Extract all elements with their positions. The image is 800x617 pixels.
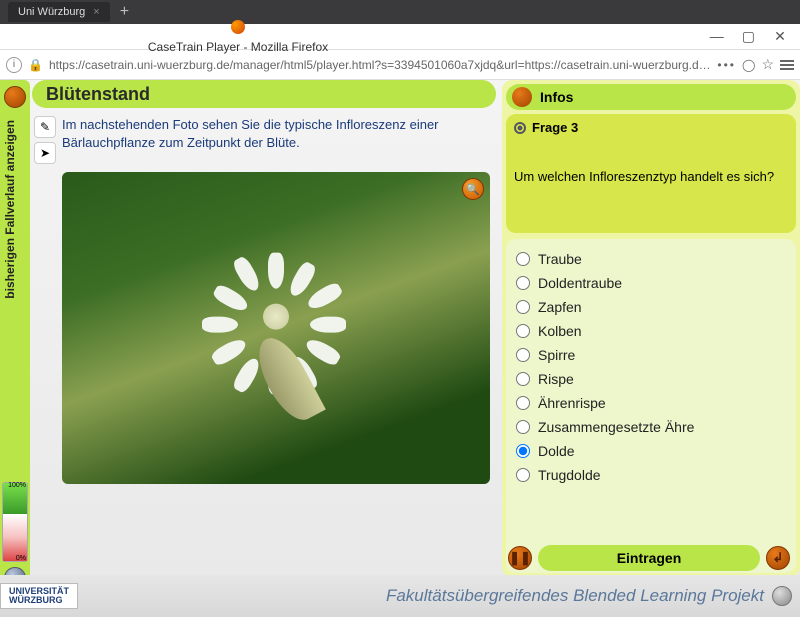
maximize-button[interactable]: ▢ bbox=[734, 28, 762, 45]
gauge-bottom-label: 0% bbox=[16, 555, 26, 562]
uni-line2: WÜRZBURG bbox=[9, 596, 69, 605]
answer-label: Zusammengesetzte Ähre bbox=[538, 419, 694, 435]
answer-label: Trugdolde bbox=[538, 467, 601, 483]
answer-radio[interactable] bbox=[516, 444, 530, 458]
answer-option[interactable]: Zapfen bbox=[516, 295, 786, 319]
score-gauge: 100% 0% bbox=[2, 482, 28, 562]
answer-label: Rispe bbox=[538, 371, 574, 387]
answer-option[interactable]: Spirre bbox=[516, 343, 786, 367]
answer-option[interactable]: Zusammengesetzte Ähre bbox=[516, 415, 786, 439]
answer-label: Zapfen bbox=[538, 299, 582, 315]
answer-option[interactable]: Traube bbox=[516, 247, 786, 271]
plant-photo: 🔍 bbox=[62, 172, 490, 484]
pointer-icon[interactable]: ➤ bbox=[34, 142, 56, 164]
minimize-button[interactable]: — bbox=[703, 28, 731, 44]
answer-label: Ährenrispe bbox=[538, 395, 606, 411]
close-tab-icon[interactable]: × bbox=[93, 6, 99, 18]
infos-icon bbox=[512, 87, 532, 107]
content-right: Infos Frage 3 Um welchen Infloreszenztyp… bbox=[502, 80, 800, 577]
answer-radio[interactable] bbox=[516, 396, 530, 410]
zoom-icon[interactable]: 🔍 bbox=[462, 178, 484, 200]
pause-button[interactable]: ❚❚ bbox=[508, 546, 532, 570]
answer-options: Traube Doldentraube Zapfen Kolben Spirre Risp… bbox=[506, 239, 796, 573]
menu-icon[interactable] bbox=[780, 60, 794, 70]
bookmark-icon[interactable]: ☆ bbox=[761, 56, 774, 73]
lock-icon: 🔒 bbox=[28, 58, 43, 72]
url-text[interactable]: https://casetrain.uni-wuerzburg.de/manag… bbox=[49, 58, 711, 72]
new-tab-button[interactable]: + bbox=[120, 3, 129, 21]
question-label: Frage 3 bbox=[532, 120, 578, 135]
footer: UNIVERSITÄT WÜRZBURG Fakultätsübergreife… bbox=[0, 575, 800, 617]
answer-option[interactable]: Dolde bbox=[516, 439, 786, 463]
answer-label: Doldentraube bbox=[538, 275, 622, 291]
answer-option[interactable]: Doldentraube bbox=[516, 271, 786, 295]
answer-label: Spirre bbox=[538, 347, 575, 363]
infos-title: Infos bbox=[540, 89, 573, 105]
answer-label: Kolben bbox=[538, 323, 582, 339]
footer-slogan: Fakultätsübergreifendes Blended Learning… bbox=[386, 586, 764, 606]
answer-label: Traube bbox=[538, 251, 582, 267]
answer-radio[interactable] bbox=[516, 252, 530, 266]
edit-icon[interactable]: ✎ bbox=[34, 116, 56, 138]
gauge-top-label: 100% bbox=[8, 482, 26, 489]
question-text: Um welchen Infloreszenztyp handelt es si… bbox=[514, 169, 788, 223]
window-title: CaseTrain Player - Mozilla Firefox bbox=[148, 40, 328, 54]
tab-title: Uni Würzburg bbox=[18, 6, 85, 18]
window-titlebar: CaseTrain Player - Mozilla Firefox — ▢ ✕ bbox=[0, 24, 800, 50]
left-sidebar: bisherigen Fallverlauf anzeigen 100% 0% bbox=[0, 80, 30, 617]
answer-label: Dolde bbox=[538, 443, 575, 459]
infos-header: Infos bbox=[506, 84, 796, 110]
answer-radio[interactable] bbox=[516, 348, 530, 362]
university-badge: UNIVERSITÄT WÜRZBURG bbox=[0, 583, 78, 610]
answer-radio[interactable] bbox=[516, 324, 530, 338]
answer-option[interactable]: Ährenrispe bbox=[516, 391, 786, 415]
firefox-icon bbox=[231, 20, 245, 34]
answer-option[interactable]: Kolben bbox=[516, 319, 786, 343]
url-bar: i 🔒 https://casetrain.uni-wuerzburg.de/m… bbox=[0, 50, 800, 80]
next-button[interactable]: ↲ bbox=[766, 546, 790, 570]
content-description: Im nachstehenden Foto sehen Sie die typi… bbox=[62, 116, 486, 164]
settings-icon[interactable] bbox=[772, 586, 792, 606]
answer-radio[interactable] bbox=[516, 372, 530, 386]
reader-icon[interactable]: ◯ bbox=[742, 58, 755, 72]
submit-row: ❚❚ Eintragen ↲ bbox=[508, 545, 790, 571]
question-bullet-icon bbox=[514, 122, 526, 134]
submit-button[interactable]: Eintragen bbox=[538, 545, 760, 571]
answer-radio[interactable] bbox=[516, 468, 530, 482]
question-block: Frage 3 Um welchen Infloreszenztyp hande… bbox=[506, 114, 796, 233]
show-history-button[interactable]: bisherigen Fallverlauf anzeigen bbox=[3, 120, 17, 299]
site-info-icon[interactable]: i bbox=[6, 57, 22, 73]
book-icon[interactable] bbox=[4, 86, 26, 108]
answer-option[interactable]: Rispe bbox=[516, 367, 786, 391]
answer-option[interactable]: Trugdolde bbox=[516, 463, 786, 487]
close-button[interactable]: ✕ bbox=[766, 28, 794, 45]
content-left: Blütenstand ✎ ➤ Im nachstehenden Foto se… bbox=[32, 80, 502, 577]
answer-radio[interactable] bbox=[516, 420, 530, 434]
content-heading: Blütenstand bbox=[32, 80, 496, 108]
app-viewport: bisherigen Fallverlauf anzeigen 100% 0% … bbox=[0, 80, 800, 617]
more-icon[interactable]: ••• bbox=[717, 58, 736, 72]
answer-radio[interactable] bbox=[516, 300, 530, 314]
answer-radio[interactable] bbox=[516, 276, 530, 290]
